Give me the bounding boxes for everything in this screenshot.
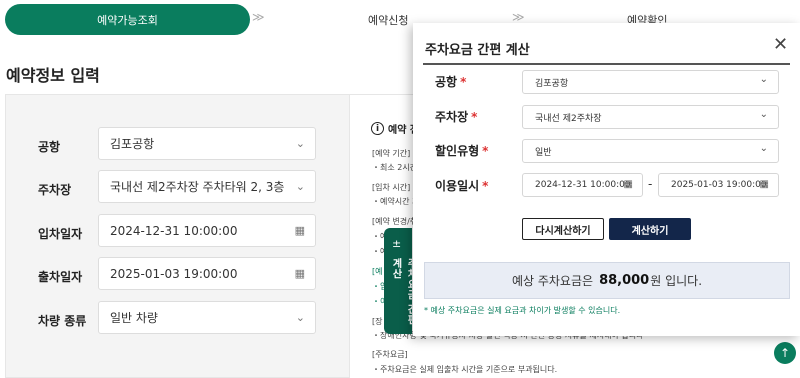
exit-date-value: 2025-01-03 19:00:00 [110, 266, 238, 281]
entry-date-label: 입차일자 [38, 227, 83, 241]
vehicle-type-select[interactable]: 일반 차량 ⌄ [98, 301, 316, 334]
exit-date-input[interactable]: 2025-01-03 19:00:00 ▦ [98, 257, 316, 290]
modal-discount-select[interactable]: 일반 ⌄ [522, 139, 779, 163]
calculate-button[interactable]: 계산하기 [609, 218, 691, 240]
result-amount: 88,000 [599, 273, 650, 288]
airport-select[interactable]: 김포공항 ⌄ [98, 127, 316, 160]
parking-lot-select-value: 국내선 제2주차장 주차타워 2, 3층 [110, 180, 285, 194]
required-mark: * [482, 179, 489, 193]
notice-line: [예약 변경/취 [372, 217, 418, 226]
modal-start-date-input[interactable]: 2024-12-31 10:00:00 ▦ [522, 173, 643, 197]
chevron-down-icon: ⌄ [759, 143, 768, 154]
entry-date-value: 2024-12-31 10:00:00 [110, 223, 238, 238]
notice-line: [장 [372, 317, 383, 326]
arrow-up-icon: ↑ [779, 346, 791, 360]
exit-date-label: 출차일자 [38, 270, 83, 284]
calendar-icon: ▦ [623, 179, 633, 190]
result-prefix: 예상 주차요금은 [511, 274, 594, 288]
fee-calculator-side-tab[interactable]: ± 주차요금 간편계산 [384, 228, 416, 334]
notice-line: ・최소 2시간 [372, 163, 418, 172]
modal-title: 주차요금 간편 계산 [425, 43, 530, 58]
airport-label: 공항 [38, 140, 61, 154]
calculator-icon: ± [392, 237, 402, 250]
chevron-down-icon: ⌄ [759, 109, 768, 120]
step-arrow-icon: ≫ [512, 10, 524, 24]
modal-lot-value: 국내선 제2주차장 [535, 113, 602, 124]
calendar-icon: ▦ [759, 179, 769, 190]
notice-line: [주차요금] [372, 350, 408, 359]
modal-end-date-value: 2025-01-03 19:00:00 [671, 180, 767, 190]
required-mark: * [471, 110, 478, 124]
chevron-down-icon: ⌄ [295, 180, 305, 193]
modal-lot-select[interactable]: 국내선 제2주차장 ⌄ [522, 105, 779, 129]
modal-end-date-input[interactable]: 2025-01-03 19:00:00 ▦ [658, 173, 779, 197]
date-range-separator: - [648, 177, 653, 191]
step-arrow-icon: ≫ [252, 10, 264, 24]
close-icon[interactable]: ✕ [773, 35, 788, 55]
step-availability-active: 예약가능조회 [5, 4, 250, 35]
modal-divider [423, 63, 790, 65]
notice-line: [예 [372, 267, 383, 276]
page-title: 예약정보 입력 [6, 66, 100, 85]
step-application: 예약신청 [368, 14, 409, 27]
calendar-icon: ▦ [294, 267, 305, 280]
modal-airport-select[interactable]: 김포공항 ⌄ [522, 70, 779, 94]
required-mark: * [482, 144, 489, 158]
modal-discount-value: 일반 [535, 147, 552, 158]
estimated-fee-result: 예상 주차요금은 88,000 원 입니다. [424, 262, 790, 299]
chevron-down-icon: ⌄ [759, 74, 768, 85]
info-icon: i [371, 122, 384, 135]
fee-disclaimer-note: * 예상 주차요금은 실제 요금과 차이가 발생할 수 있습니다. [424, 306, 621, 315]
parking-lot-label: 주차장 [38, 183, 72, 197]
notice-heading: i 예약 전 [371, 121, 419, 136]
notice-line: [입차 시간] [372, 183, 411, 192]
notice-line: ・주차요금은 실제 입출차 시간을 기준으로 부과됩니다. [372, 365, 558, 374]
calendar-icon: ▦ [294, 224, 305, 237]
scroll-to-top-button[interactable]: ↑ [774, 342, 796, 364]
modal-discount-label: 할인유형 * [435, 144, 489, 158]
modal-airport-label: 공항 * [435, 75, 467, 89]
parking-lot-select[interactable]: 국내선 제2주차장 주차타워 2, 3층 ⌄ [98, 170, 316, 203]
result-suffix: 원 입니다. [650, 274, 703, 288]
chevron-down-icon: ⌄ [295, 137, 305, 150]
modal-airport-value: 김포공항 [535, 78, 569, 89]
modal-start-date-value: 2024-12-31 10:00:00 [535, 180, 631, 190]
modal-period-label: 이용일시 * [435, 179, 489, 193]
recalculate-button[interactable]: 다시계산하기 [522, 218, 604, 240]
airport-select-value: 김포공항 [110, 137, 155, 151]
entry-date-input[interactable]: 2024-12-31 10:00:00 ▦ [98, 214, 316, 247]
required-mark: * [460, 75, 467, 89]
vehicle-type-value: 일반 차량 [110, 311, 158, 325]
notice-line: [예약 기간] [372, 149, 411, 158]
chevron-down-icon: ⌄ [295, 311, 305, 324]
vehicle-type-label: 차량 종류 [38, 314, 87, 328]
fee-calculator-modal: 주차요금 간편 계산 ✕ 공항 * 김포공항 ⌄ 주차장 * 국내선 제2주차장 ⌄… [413, 23, 800, 336]
modal-lot-label: 주차장 * [435, 110, 478, 124]
